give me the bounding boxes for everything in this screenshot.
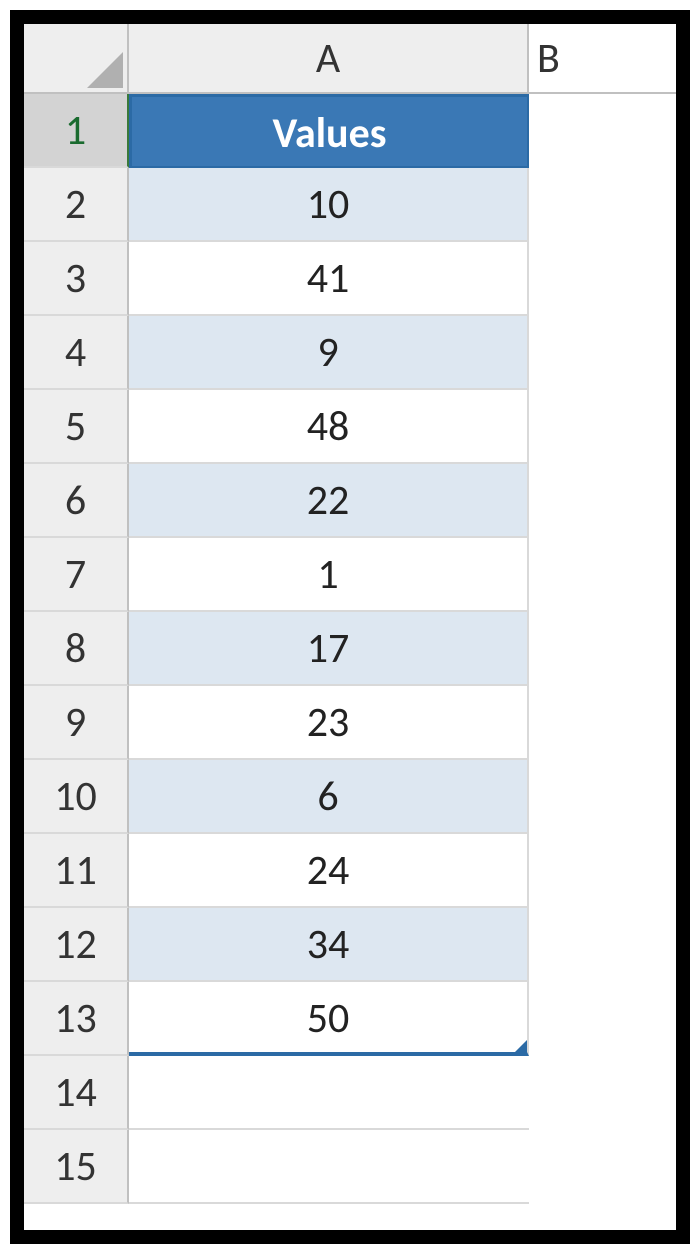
cell-a2[interactable]: 10 xyxy=(129,168,529,242)
cell-a6[interactable]: 22 xyxy=(129,464,529,538)
cell-a13[interactable]: 50 xyxy=(129,982,529,1056)
cell-b5[interactable] xyxy=(529,390,689,464)
cell-a10[interactable]: 6 xyxy=(129,760,529,834)
cell-b7[interactable] xyxy=(529,538,689,612)
row-header-4[interactable]: 4 xyxy=(24,316,129,390)
cell-b4[interactable] xyxy=(529,316,689,390)
row-header-15[interactable]: 15 xyxy=(24,1130,129,1204)
cell-b10[interactable] xyxy=(529,760,689,834)
row-header-7[interactable]: 7 xyxy=(24,538,129,612)
cell-b3[interactable] xyxy=(529,242,689,316)
row-header-5[interactable]: 5 xyxy=(24,390,129,464)
row-header-6[interactable]: 6 xyxy=(24,464,129,538)
row-header-3[interactable]: 3 xyxy=(24,242,129,316)
cell-a3[interactable]: 41 xyxy=(129,242,529,316)
row-header-1[interactable]: 1 xyxy=(24,94,129,168)
row-header-10[interactable]: 10 xyxy=(24,760,129,834)
cell-b2[interactable] xyxy=(529,168,689,242)
cell-b12[interactable] xyxy=(529,908,689,982)
cell-b15[interactable] xyxy=(529,1130,689,1204)
row-header-9[interactable]: 9 xyxy=(24,686,129,760)
cell-b9[interactable] xyxy=(529,686,689,760)
cell-b8[interactable] xyxy=(529,612,689,686)
row-header-14[interactable]: 14 xyxy=(24,1056,129,1130)
cell-b13[interactable] xyxy=(529,982,689,1056)
cell-a8[interactable]: 17 xyxy=(129,612,529,686)
cell-a11[interactable]: 24 xyxy=(129,834,529,908)
row-header-13[interactable]: 13 xyxy=(24,982,129,1056)
row-header-2[interactable]: 2 xyxy=(24,168,129,242)
column-header-a[interactable]: A xyxy=(129,24,529,94)
cell-a5[interactable]: 48 xyxy=(129,390,529,464)
cell-a4[interactable]: 9 xyxy=(129,316,529,390)
cell-b14[interactable] xyxy=(529,1056,689,1130)
column-header-b[interactable]: B xyxy=(529,24,689,94)
cell-a1[interactable]: Values xyxy=(129,94,529,168)
cell-a12[interactable]: 34 xyxy=(129,908,529,982)
row-header-8[interactable]: 8 xyxy=(24,612,129,686)
cell-a9[interactable]: 23 xyxy=(129,686,529,760)
cell-b6[interactable] xyxy=(529,464,689,538)
spreadsheet-grid: A B 1 Values 2 10 3 41 4 9 5 48 6 22 7 1… xyxy=(24,24,676,1204)
cell-a15[interactable] xyxy=(129,1130,529,1204)
select-all-corner[interactable] xyxy=(24,24,129,94)
cell-a14[interactable] xyxy=(129,1056,529,1130)
spreadsheet-frame: A B 1 Values 2 10 3 41 4 9 5 48 6 22 7 1… xyxy=(10,10,690,1244)
row-header-12[interactable]: 12 xyxy=(24,908,129,982)
row-header-11[interactable]: 11 xyxy=(24,834,129,908)
cell-b11[interactable] xyxy=(529,834,689,908)
cell-a7[interactable]: 1 xyxy=(129,538,529,612)
cell-b1[interactable] xyxy=(529,94,689,168)
select-all-triangle-icon xyxy=(87,52,123,88)
